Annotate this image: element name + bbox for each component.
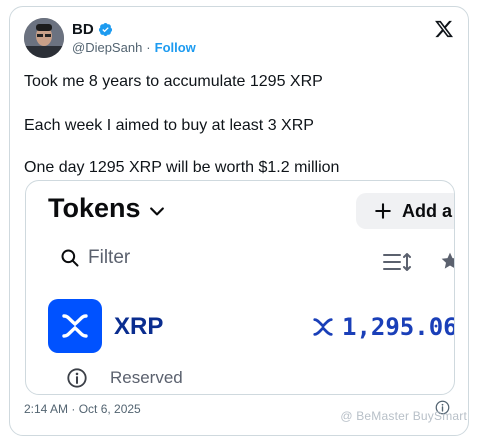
search-icon bbox=[61, 249, 79, 267]
add-asset-label: Add a bbox=[402, 200, 453, 221]
tweet-media-image[interactable]: Tokens Add a Filter XRP 1,295.06 Reserve… bbox=[25, 180, 455, 395]
author-handle[interactable]: @DiepSanh bbox=[72, 40, 142, 55]
asset-name[interactable]: XRP bbox=[114, 313, 163, 341]
tweet-text-line-1: Took me 8 years to accumulate 1295 XRP bbox=[24, 73, 323, 90]
asset-amount: 1,295.06 bbox=[342, 313, 455, 341]
tweet-timestamp[interactable]: 2:14 AM · Oct 6, 2025 bbox=[24, 402, 141, 416]
author-name[interactable]: BD bbox=[72, 21, 94, 38]
tokens-header[interactable]: Tokens bbox=[48, 193, 167, 224]
star-icon[interactable] bbox=[440, 251, 455, 271]
tokens-title: Tokens bbox=[48, 193, 141, 223]
add-asset-button[interactable]: Add a bbox=[356, 193, 454, 229]
watermark: @ BeMaster BuySmart bbox=[340, 409, 467, 423]
verified-badge-icon bbox=[98, 22, 112, 37]
tweet-text-line-3: One day 1295 XRP will be worth $1.2 mill… bbox=[24, 159, 340, 176]
x-logo-icon[interactable] bbox=[434, 19, 454, 39]
info-icon[interactable] bbox=[66, 367, 88, 389]
tweet-text-line-2: Each week I aimed to buy at least 3 XRP bbox=[24, 117, 314, 134]
xrp-symbol-icon bbox=[313, 318, 333, 336]
tweet-card[interactable]: BD @DiepSanh · Follow Took me 8 years to… bbox=[9, 6, 469, 436]
filter-field[interactable]: Filter bbox=[60, 247, 130, 269]
asset-status: Reserved bbox=[110, 368, 183, 387]
filter-placeholder: Filter bbox=[88, 247, 131, 268]
chevron-down-icon bbox=[149, 206, 164, 215]
asset-balance: 1,295.06 bbox=[312, 313, 455, 341]
avatar[interactable] bbox=[24, 18, 64, 58]
plus-icon bbox=[375, 203, 391, 219]
follow-button[interactable]: Follow bbox=[155, 40, 196, 55]
separator-dot: · bbox=[146, 40, 151, 55]
sort-icon[interactable] bbox=[382, 251, 412, 273]
xrp-logo-icon bbox=[48, 299, 102, 353]
